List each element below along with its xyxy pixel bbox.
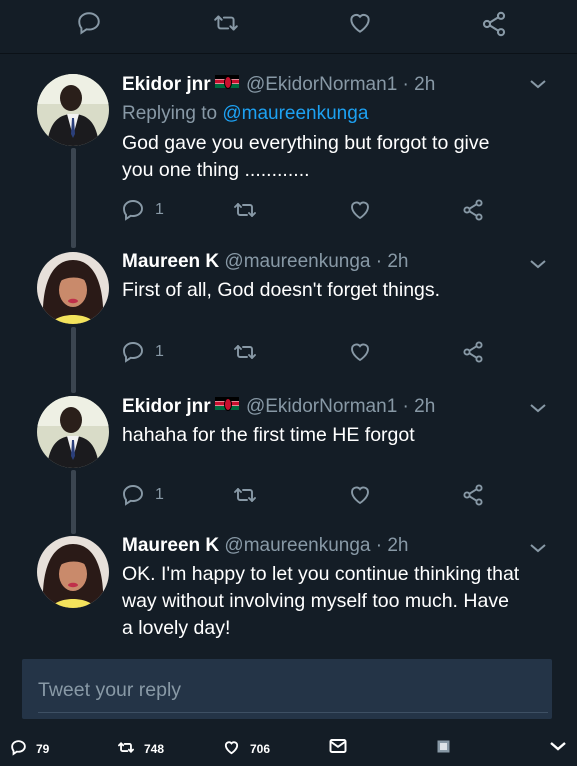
share-icon[interactable] bbox=[461, 483, 485, 507]
separator-dot: · bbox=[402, 74, 409, 95]
timestamp[interactable]: 2h bbox=[387, 535, 408, 556]
bottom-action-bar: 79 748 706 bbox=[0, 726, 577, 766]
tweet-actions: 1 bbox=[0, 198, 577, 222]
image-icon[interactable] bbox=[437, 740, 450, 753]
retweet-count: 748 bbox=[144, 742, 165, 756]
user-handle[interactable]: @EkidorNorman1 bbox=[246, 74, 397, 95]
mail-icon[interactable] bbox=[329, 738, 347, 754]
user-handle[interactable]: @EkidorNorman1 bbox=[246, 396, 397, 417]
replying-to-line: Replying to @maureenkunga bbox=[122, 103, 368, 125]
kenya-flag-icon bbox=[214, 397, 239, 411]
heart-icon[interactable] bbox=[346, 10, 374, 36]
tweet-actions: 1 bbox=[0, 340, 577, 364]
avatar[interactable] bbox=[37, 536, 109, 608]
user-handle[interactable]: @maureenkunga bbox=[224, 535, 370, 556]
parent-tweet-actions bbox=[0, 0, 577, 54]
reply-composer[interactable]: Tweet your reply bbox=[22, 659, 552, 719]
tweet-text: hahaha for the first time HE forgot bbox=[122, 422, 552, 449]
chevron-down-icon[interactable] bbox=[527, 400, 549, 416]
chevron-down-icon[interactable] bbox=[527, 256, 549, 272]
reply-count: 79 bbox=[36, 742, 50, 756]
avatar[interactable] bbox=[37, 74, 109, 146]
chevron-down-icon[interactable] bbox=[527, 76, 549, 92]
replying-to-label: Replying to bbox=[122, 103, 218, 124]
tweet-text: First of all, God doesn't forget things. bbox=[122, 277, 552, 304]
like-count: 706 bbox=[250, 742, 271, 756]
share-icon[interactable] bbox=[461, 340, 485, 364]
tweet-header: Maureen K @maureenkunga · 2h bbox=[122, 251, 409, 273]
tweet-text-line: way without involving myself too much. H… bbox=[122, 590, 509, 612]
mention-link[interactable]: @maureenkunga bbox=[222, 103, 368, 124]
chevron-down-icon[interactable] bbox=[549, 740, 567, 752]
avatar[interactable] bbox=[37, 252, 109, 324]
reply-count: 1 bbox=[155, 343, 164, 360]
timestamp[interactable]: 2h bbox=[414, 74, 435, 95]
share-icon[interactable] bbox=[461, 198, 485, 222]
reply-icon[interactable] bbox=[10, 739, 27, 756]
reply-icon[interactable] bbox=[121, 198, 145, 222]
tweet-actions: 1 bbox=[0, 483, 577, 507]
tweet-text: OK. I'm happy to let you continue thinki… bbox=[122, 561, 552, 642]
reply-count: 1 bbox=[155, 486, 164, 503]
retweet-icon[interactable] bbox=[116, 739, 136, 756]
heart-icon[interactable] bbox=[348, 340, 372, 364]
reply-input[interactable]: Tweet your reply bbox=[38, 679, 181, 702]
retweet-icon[interactable] bbox=[232, 198, 258, 222]
tweet-text-line: hahaha for the first time HE forgot bbox=[122, 424, 415, 446]
tweet-text-line: First of all, God doesn't forget things. bbox=[122, 279, 441, 301]
retweet-icon[interactable] bbox=[232, 483, 258, 507]
user-handle[interactable]: @maureenkunga bbox=[224, 251, 370, 272]
tweet-header: Ekidor jnr @EkidorNorman1 · 2h bbox=[122, 396, 435, 418]
share-icon[interactable] bbox=[480, 10, 508, 38]
display-name[interactable]: Maureen K bbox=[122, 251, 219, 272]
display-name[interactable]: Ekidor jnr bbox=[122, 396, 211, 417]
reply-count: 1 bbox=[155, 201, 164, 218]
tweet-text: God gave you everything but forgot to gi… bbox=[122, 130, 552, 184]
tweet-text-line: God gave you everything but forgot to gi… bbox=[122, 132, 490, 154]
heart-icon[interactable] bbox=[348, 483, 372, 507]
timestamp[interactable]: 2h bbox=[414, 396, 435, 417]
retweet-icon[interactable] bbox=[232, 340, 258, 364]
tweet-header: Maureen K @maureenkunga · 2h bbox=[122, 535, 409, 557]
retweet-icon[interactable] bbox=[212, 10, 240, 36]
reply-icon[interactable] bbox=[76, 10, 102, 36]
display-name[interactable]: Maureen K bbox=[122, 535, 219, 556]
separator-dot: · bbox=[375, 251, 383, 272]
timestamp[interactable]: 2h bbox=[387, 251, 408, 272]
avatar[interactable] bbox=[37, 396, 109, 468]
kenya-flag-icon bbox=[214, 75, 239, 89]
tweet-text-line: you one thing ............ bbox=[122, 159, 310, 181]
tweet-text-line: a lovely day! bbox=[122, 617, 231, 639]
reply-icon[interactable] bbox=[121, 483, 145, 507]
input-underline bbox=[38, 712, 548, 713]
display-name[interactable]: Ekidor jnr bbox=[122, 74, 211, 95]
heart-icon[interactable] bbox=[348, 198, 372, 222]
heart-icon[interactable] bbox=[222, 739, 241, 756]
tweet-header: Ekidor jnr @EkidorNorman1 · 2h bbox=[122, 74, 435, 96]
separator-dot: · bbox=[375, 535, 383, 556]
separator-dot: · bbox=[402, 396, 409, 417]
reply-icon[interactable] bbox=[121, 340, 145, 364]
tweet-text-line: OK. I'm happy to let you continue thinki… bbox=[122, 563, 520, 585]
chevron-down-icon[interactable] bbox=[527, 540, 549, 556]
